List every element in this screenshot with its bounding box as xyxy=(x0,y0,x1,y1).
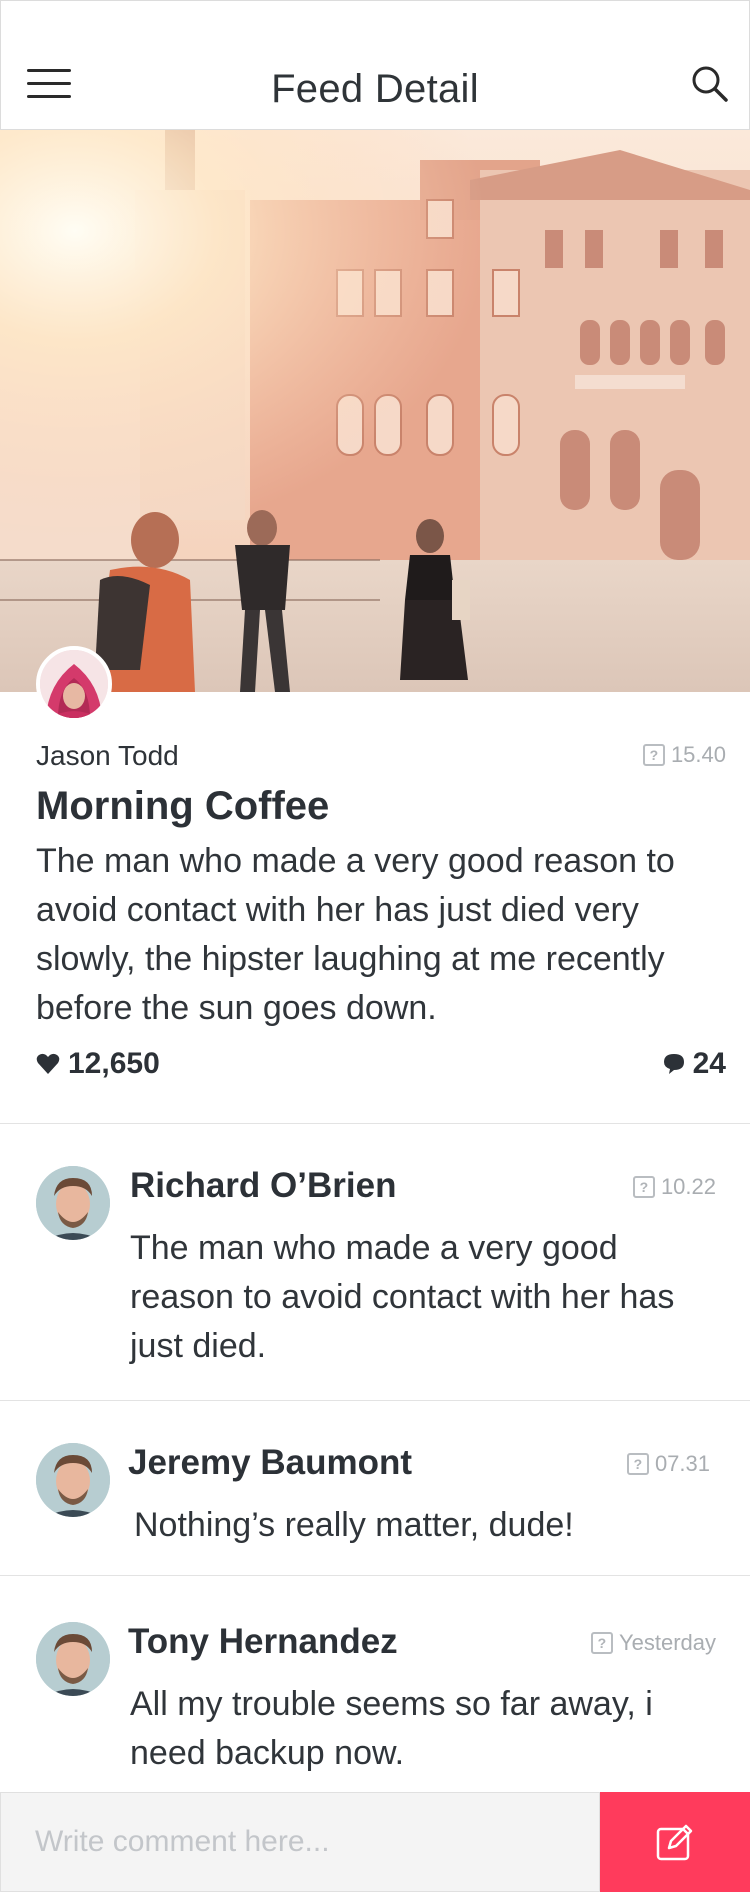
clock-icon: ? xyxy=(642,744,665,766)
search-icon[interactable] xyxy=(691,65,729,103)
app-header: Feed Detail xyxy=(0,0,750,130)
speech-bubble-icon xyxy=(663,1054,684,1074)
edit-icon xyxy=(656,1824,693,1861)
commenter-avatar[interactable] xyxy=(36,1443,110,1517)
post-stats: 12,650 24 xyxy=(36,1047,726,1087)
send-comment-button[interactable] xyxy=(600,1792,750,1892)
commenter-avatar[interactable] xyxy=(36,1622,110,1696)
comment-time: ? 07.31 xyxy=(626,1451,710,1477)
post-author[interactable]: Jason Todd xyxy=(36,740,726,772)
comment-time: ? 10.22 xyxy=(632,1174,716,1200)
comments-count: 24 xyxy=(692,1047,726,1080)
post-time-text: 15.40 xyxy=(670,742,726,767)
hero-image xyxy=(0,130,750,692)
heart-icon xyxy=(36,1053,60,1074)
commenter-name[interactable]: Richard O’Brien xyxy=(130,1166,396,1206)
post-body: The man who made a very good reason to a… xyxy=(36,842,675,1027)
commenter-avatar[interactable] xyxy=(36,1166,110,1240)
commenter-name[interactable]: Jeremy Baumont xyxy=(128,1443,412,1483)
comment-composer xyxy=(0,1792,750,1892)
divider xyxy=(0,1123,750,1124)
divider xyxy=(0,1400,750,1401)
likes-count: 12,650 xyxy=(68,1047,160,1080)
feed-post: Jason Todd ? 15.40 Morning Coffee The ma… xyxy=(36,740,726,1087)
clock-icon: ? xyxy=(626,1453,649,1475)
clock-icon: ? xyxy=(632,1176,655,1198)
comments-button[interactable]: 24 xyxy=(663,1047,726,1081)
post-title: Morning Coffee xyxy=(36,784,330,828)
comment-input[interactable] xyxy=(0,1792,600,1892)
comment-text: Nothing’s really matter, dude! xyxy=(134,1506,574,1544)
post-time: ? 15.40 xyxy=(642,742,726,768)
comment-time-text: 07.31 xyxy=(654,1451,710,1476)
author-avatar[interactable] xyxy=(36,646,112,722)
divider xyxy=(0,1575,750,1576)
like-button[interactable]: 12,650 xyxy=(36,1047,160,1081)
comment-text: The man who made a very good reason to a… xyxy=(130,1229,675,1365)
comment-time-text: Yesterday xyxy=(618,1630,716,1655)
page-title: Feed Detail xyxy=(271,67,479,111)
clock-icon: ? xyxy=(590,1632,613,1654)
commenter-name[interactable]: Tony Hernandez xyxy=(128,1622,398,1662)
comment-text: All my trouble seems so far away, i need… xyxy=(130,1685,653,1772)
comment-time-text: 10.22 xyxy=(660,1174,716,1199)
comment-time: ? Yesterday xyxy=(590,1630,716,1656)
